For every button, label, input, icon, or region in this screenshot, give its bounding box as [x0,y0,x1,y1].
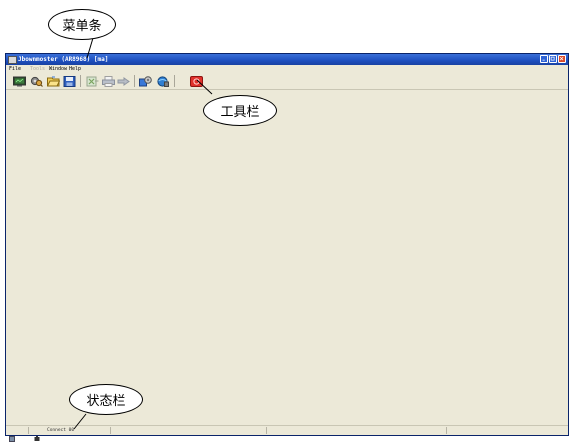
toolbar-separator [174,75,175,87]
maximize-button[interactable] [549,55,557,63]
close-icon [559,56,564,61]
monitor-icon[interactable] [13,76,26,87]
connection-icon [34,427,40,441]
forward-icon[interactable] [117,76,130,87]
status-panel-divider [28,427,29,434]
app-icon [8,56,17,64]
menu-help[interactable]: Help [69,65,81,73]
client-area[interactable] [6,90,568,427]
status-panel-divider [110,427,111,434]
minimize-button[interactable] [540,55,548,63]
status-bar: Connect 00 [6,425,568,442]
menu-file[interactable]: File [9,65,21,73]
save-icon[interactable] [63,76,76,87]
gear-search-icon[interactable] [30,76,43,87]
status-panel-divider [446,427,447,434]
menu-tools[interactable]: Tools [30,65,45,73]
minimize-icon [542,59,545,61]
toolbar-separator [134,75,135,87]
toolbar-callout: 工具栏 [203,95,277,126]
close-button[interactable] [558,55,566,63]
open-folder-icon[interactable] [47,76,60,87]
config-icon[interactable] [139,76,152,87]
status-icon [9,427,15,442]
title-bar[interactable]: Jbownmoster (AR8968) [ma] [6,54,568,65]
maximize-icon [550,56,555,61]
toolbar-separator [80,75,81,87]
print-icon[interactable] [102,76,115,87]
connect-icon[interactable] [156,76,169,87]
statusbar-callout: 状态栏 [69,384,143,415]
menu-window[interactable]: Window [49,65,67,73]
window-title: Jbownmoster (AR8968) [ma] [18,56,109,63]
record-icon[interactable] [190,76,203,87]
status-panel-divider [266,427,267,434]
app-window: Jbownmoster (AR8968) [ma] File Tools Win… [5,53,569,442]
menu-bar: File Tools Window Help [6,65,568,73]
toolbar [6,73,568,90]
export-icon[interactable] [86,76,99,87]
menubar-callout: 菜单条 [48,9,116,40]
status-text: Connect 00 [47,428,75,433]
